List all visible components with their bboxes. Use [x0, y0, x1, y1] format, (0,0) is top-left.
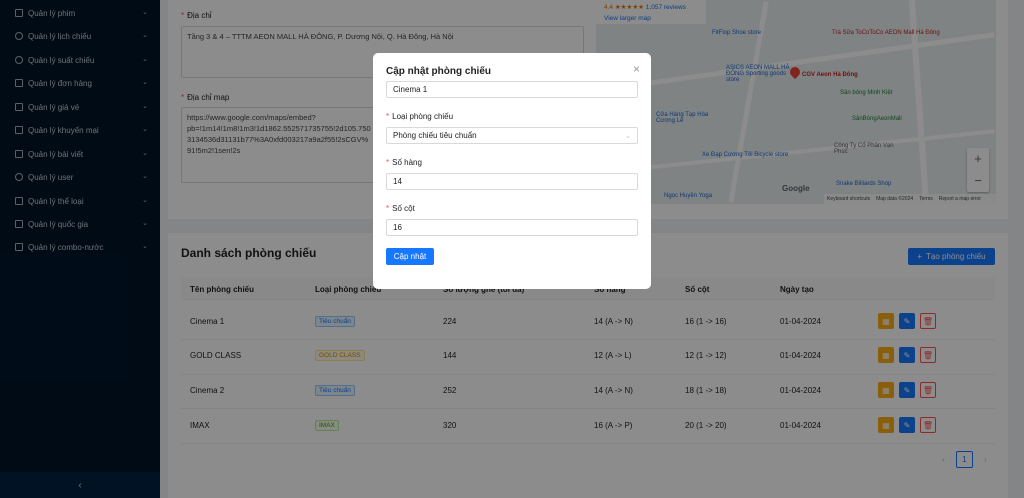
chevron-down-icon: ⌄	[625, 133, 631, 140]
update-button[interactable]: Cập nhật	[386, 248, 434, 265]
cinema-name-input[interactable]: Cinema 1	[386, 81, 638, 98]
cinema-type-label: * Loại phòng chiếu	[386, 112, 454, 121]
close-icon[interactable]: ×	[633, 62, 640, 76]
cols-label: * Số cột	[386, 204, 415, 213]
update-cinema-modal: Cập nhật phòng chiếu × Cinema 1 * Loại ph…	[373, 53, 651, 289]
rows-input[interactable]: 14	[386, 173, 638, 190]
cols-input[interactable]: 16	[386, 219, 638, 236]
cinema-type-select[interactable]: Phòng chiếu tiêu chuẩn ⌄	[386, 127, 638, 144]
modal-title: Cập nhật phòng chiếu	[386, 66, 491, 77]
rows-label: * Số hàng	[386, 158, 422, 167]
